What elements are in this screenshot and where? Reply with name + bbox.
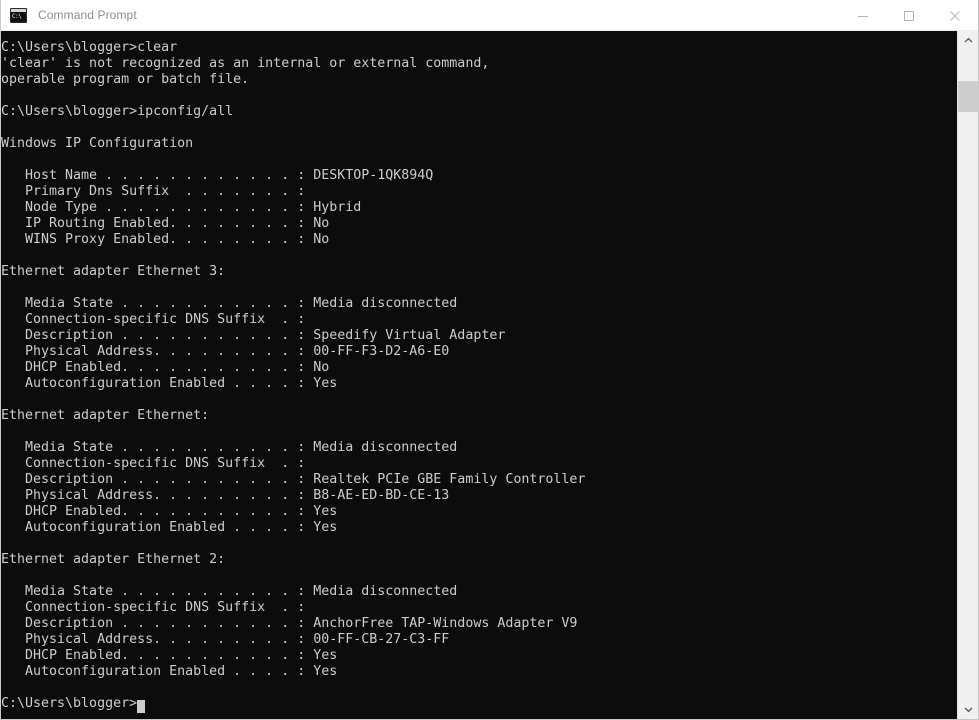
scrollbar-thumb[interactable] (958, 81, 978, 112)
scroll-up-button[interactable] (958, 31, 978, 50)
console-scrollback: C:\Users\blogger>clear 'clear' is not re… (1, 40, 586, 679)
titlebar-left: C:\ Command Prompt (1, 0, 137, 30)
console-text: C:\Users\blogger>clear 'clear' is not re… (1, 40, 956, 713)
command-prompt-window: C:\ Command Prompt C:\Users\blogger>clea… (0, 0, 979, 720)
close-button[interactable] (932, 0, 978, 31)
window-controls (840, 0, 978, 31)
text-cursor (137, 700, 146, 713)
minimize-button[interactable] (840, 0, 886, 31)
scroll-down-button[interactable] (958, 700, 978, 719)
cmd-icon: C:\ (10, 7, 27, 23)
cmd-icon-glyph: C:\ (12, 12, 22, 20)
console-prompt: C:\Users\blogger> (1, 696, 138, 711)
titlebar[interactable]: C:\ Command Prompt (1, 0, 978, 31)
console-output-area[interactable]: C:\Users\blogger>clear 'clear' is not re… (1, 31, 978, 719)
maximize-button[interactable] (886, 0, 932, 31)
vertical-scrollbar[interactable] (957, 31, 978, 719)
window-title: Command Prompt (38, 8, 137, 22)
